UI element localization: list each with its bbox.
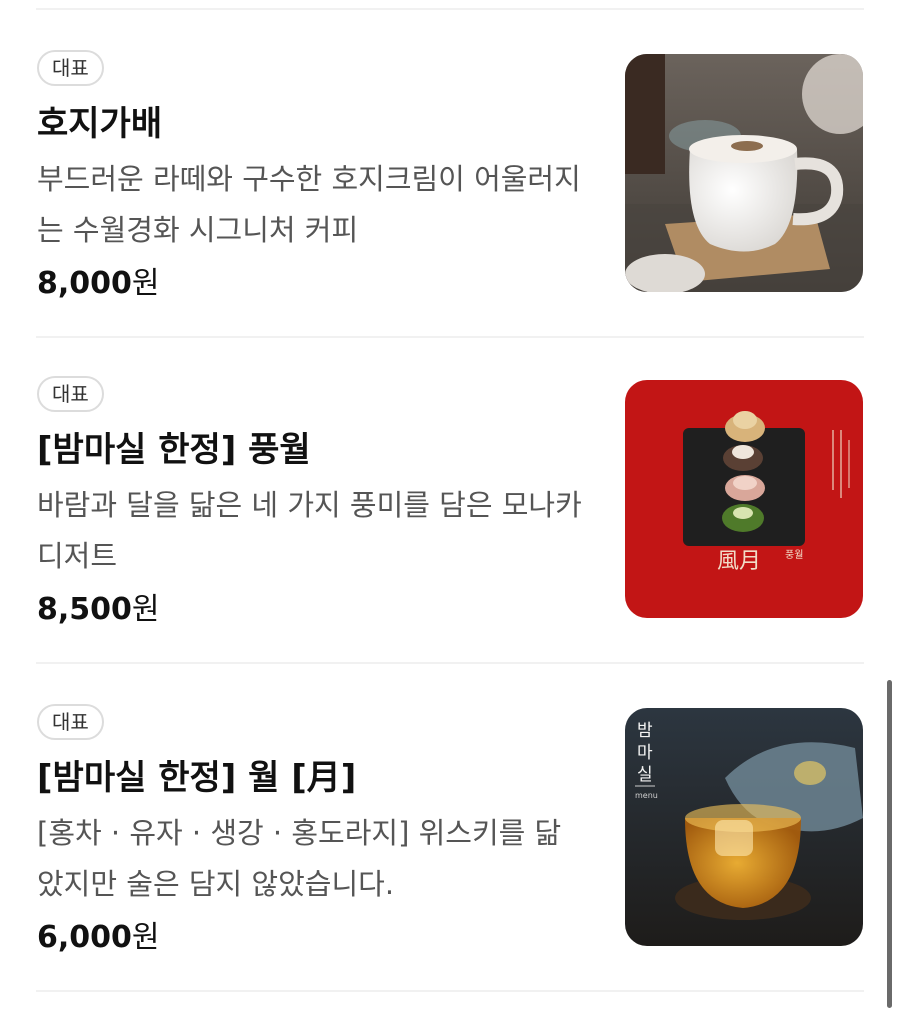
divider [36,990,864,992]
hojicha-latte-photo [625,54,863,292]
monaka-hangul-text: 풍월 [785,549,803,561]
menu-item-image[interactable]: 風月 풍월 [625,380,863,618]
monaka-hanja-text: 風月 [717,549,761,574]
yuzu-tea-drink-photo: 밤마실 menu [625,708,863,946]
divider [36,336,864,338]
scrollbar[interactable] [887,680,892,1008]
menu-item[interactable]: 대표 [밤마실 한정] 월 [月] [홍차 · 유자 · 생강 · 홍도라지] … [0,704,900,1030]
signature-badge: 대표 [37,376,104,412]
menu-item-title: 호지가배 [37,104,163,144]
signature-badge: 대표 [37,50,104,86]
menu-item-description: 부드러운 라떼와 구수한 호지크림이 어울러지는 수월경화 시그니처 커피 [37,162,581,247]
menu-label-text: menu [635,791,658,800]
price-amount: 8,500 [37,592,132,627]
menu-item[interactable]: 대표 [밤마실 한정] 풍월 바람과 달을 닮은 네 가지 풍미를 담은 모나카… [0,376,900,702]
monaka-dessert-photo: 風月 풍월 [625,380,863,618]
price-currency: 원 [131,920,160,955]
price-currency: 원 [131,266,160,301]
menu-item-description: [홍차 · 유자 · 생강 · 홍도라지] 위스키를 닮았지만 술은 담지 않았… [37,816,562,901]
menu-item-title: [밤마실 한정] 월 [月] [37,758,357,798]
menu-item-image[interactable]: 밤마실 menu [625,708,863,946]
price-amount: 6,000 [37,920,132,955]
price-amount: 8,000 [37,266,132,301]
bammasil-logo-text: 밤마실 [637,721,653,785]
menu-item-image[interactable] [625,54,863,292]
signature-badge: 대표 [37,704,104,740]
menu-item-description: 바람과 달을 닮은 네 가지 풍미를 담은 모나카 디저트 [37,488,582,573]
divider-top [36,8,864,10]
menu-item-price: 6,000원 [37,912,160,956]
divider [36,662,864,664]
menu-item-price: 8,500원 [37,584,160,628]
menu-item-title: [밤마실 한정] 풍월 [37,430,311,470]
menu-item[interactable]: 대표 호지가배 부드러운 라떼와 구수한 호지크림이 어울러지는 수월경화 시그… [0,50,900,376]
menu-item-price: 8,000원 [37,258,160,302]
price-currency: 원 [131,592,160,627]
